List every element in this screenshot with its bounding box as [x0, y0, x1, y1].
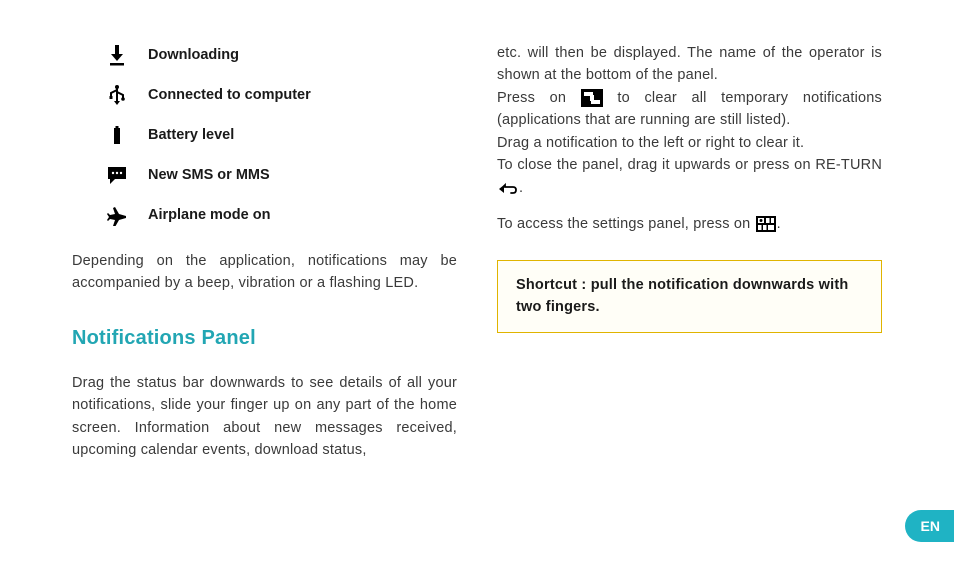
list-item-label: New SMS or MMS: [148, 164, 270, 186]
list-item-label: Airplane mode on: [148, 204, 270, 226]
language-badge: EN: [905, 510, 954, 542]
list-item: Connected to computer: [104, 82, 457, 108]
list-item: Battery level: [104, 122, 457, 148]
list-item: Airplane mode on: [104, 202, 457, 228]
text-run: To close the panel, drag it upwards or p…: [497, 157, 882, 173]
list-item-label: Battery level: [148, 124, 234, 146]
section-heading: Notifications Panel: [72, 323, 457, 354]
left-column: Downloading Connected to computer Batter…: [72, 42, 457, 462]
list-item: New SMS or MMS: [104, 162, 457, 188]
list-item-label: Downloading: [148, 44, 239, 66]
sms-icon: [104, 162, 130, 188]
battery-icon: [104, 122, 130, 148]
shortcut-tip: Shortcut : pull the notification downwar…: [497, 260, 882, 334]
return-icon: [497, 179, 519, 197]
text-run: To access the settings panel, press on: [497, 216, 755, 232]
paragraph: To access the settings panel, press on .: [497, 213, 882, 235]
status-icon-list: Downloading Connected to computer Batter…: [104, 42, 457, 228]
right-column: etc. will then be displayed. The name of…: [497, 42, 882, 462]
settings-grid-icon: [755, 215, 777, 233]
paragraph: Drag the status bar downwards to see det…: [72, 372, 457, 462]
download-icon: [104, 42, 130, 68]
clear-icon: [581, 89, 603, 107]
paragraph: etc. will then be displayed. The name of…: [497, 42, 882, 199]
airplane-icon: [104, 202, 130, 228]
usb-icon: [104, 82, 130, 108]
list-item-label: Connected to computer: [148, 84, 311, 106]
text-run: etc. will then be displayed. The name of…: [497, 45, 882, 83]
text-run: Drag a notification to the left or right…: [497, 135, 804, 151]
text-run: .: [777, 216, 781, 232]
list-item: Downloading: [104, 42, 457, 68]
text-run: .: [519, 180, 523, 196]
text-run: Press on: [497, 90, 581, 106]
paragraph: Depending on the application, notificati…: [72, 250, 457, 295]
